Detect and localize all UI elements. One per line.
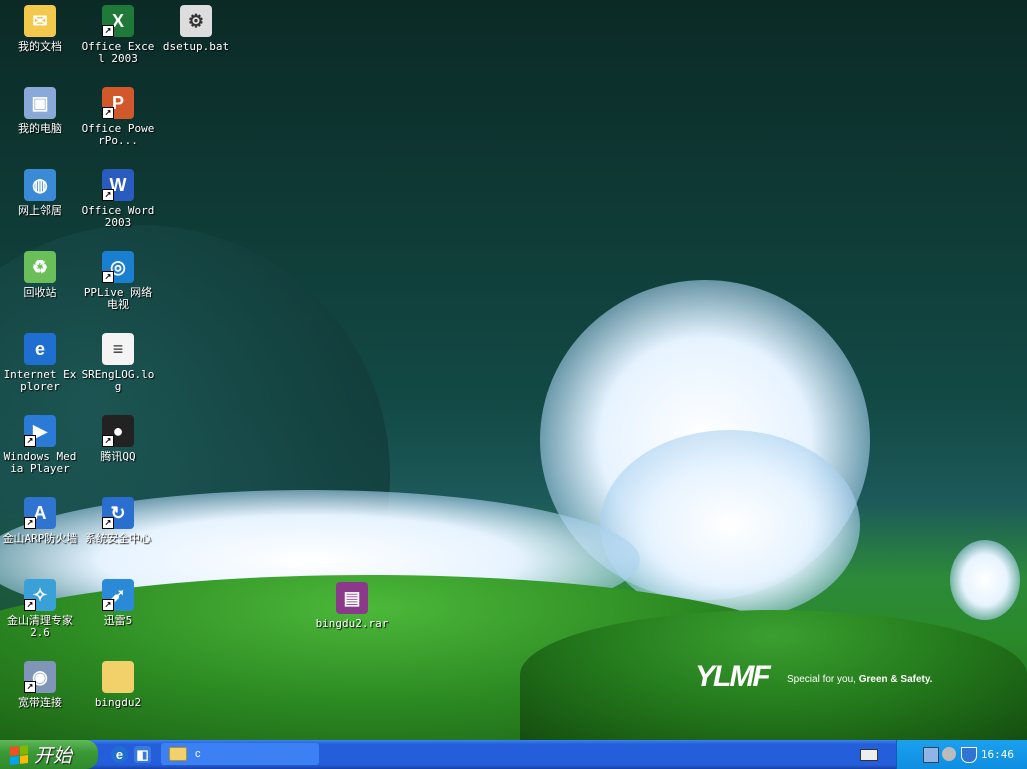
internet-explorer-icon: e (24, 333, 56, 365)
log-file-icon: ≡ (102, 333, 134, 365)
windows-logo-icon (10, 744, 28, 765)
desktop-icon[interactable]: ≡ SREngLOG.log (79, 333, 157, 393)
quicklaunch-internet-explorer-icon[interactable]: e (111, 746, 128, 763)
desktop-icon-label: 网上邻居 (18, 204, 62, 217)
logo-slogan-bold: Green & Safety. (858, 674, 933, 685)
wallpaper-cloud (950, 540, 1020, 620)
my-documents-icon: ✉ (24, 5, 56, 37)
desktop-icon[interactable]: ◎ ↗ PPLive 网络电视 (79, 251, 157, 311)
volume-tray-icon[interactable] (942, 747, 956, 761)
desktop-icon-label: 金山清理专家 2.6 (7, 614, 73, 639)
word-icon: W ↗ (102, 169, 134, 201)
shortcut-arrow-icon: ↗ (24, 517, 36, 529)
excel-icon: X ↗ (102, 5, 134, 37)
desktop-icon[interactable]: X ↗ Office Excel 2003 (79, 5, 157, 65)
shortcut-arrow-icon: ↗ (102, 435, 114, 447)
shortcut-arrow-icon: ↗ (24, 599, 36, 611)
thunder-icon: ➶ ↗ (102, 579, 134, 611)
desktop-icon-label: PPLive 网络电视 (83, 286, 153, 311)
desktop-icon-label: dsetup.bat (162, 40, 230, 53)
wallpaper-hill (520, 610, 1027, 740)
desktop-icon[interactable]: ♻ 回收站 (1, 251, 79, 299)
powerpoint-icon: P ↗ (102, 87, 134, 119)
network-places-icon: ◍ (24, 169, 56, 201)
my-computer-icon: ▣ (24, 87, 56, 119)
desktop-icon-label: SREngLOG.log (81, 368, 155, 393)
desktop-icon[interactable]: A ↗ 金山ARP防火墙 (1, 497, 79, 545)
media-player-icon: ▶ ↗ (24, 415, 56, 447)
cleaner-icon: ✧ ↗ (24, 579, 56, 611)
recycle-bin-icon: ♻ (24, 251, 56, 283)
task-label: c (195, 748, 201, 760)
pplive-icon: ◎ ↗ (102, 251, 134, 283)
start-label: 开始 (34, 745, 73, 767)
shortcut-arrow-icon: ↗ (102, 599, 114, 611)
logo-slogan: Special for you, Green & Safety. (787, 674, 932, 685)
shortcut-arrow-icon: ↗ (102, 25, 114, 37)
quicklaunch-show-desktop-icon[interactable]: ◧ (134, 746, 151, 763)
ylmf-logo: YLMF Special for you, Green & Safety. (695, 660, 932, 694)
desktop-icon[interactable]: ◉ ↗ 宽带连接 (1, 661, 79, 709)
logo-mark: YLMF (695, 660, 771, 693)
desktop-icon-label: Windows Media Player (3, 450, 77, 475)
desktop-icon-label: 金山ARP防火墙 (2, 532, 78, 545)
desktop-icon-label: Internet Explorer (3, 368, 77, 393)
desktop-icon[interactable]: ⚙ dsetup.bat (157, 5, 235, 53)
folder-icon (102, 661, 134, 693)
batch-file-icon: ⚙ (180, 5, 212, 37)
shortcut-arrow-icon: ↗ (102, 189, 114, 201)
arp-firewall-icon: A ↗ (24, 497, 56, 529)
qq-icon: ● ↗ (102, 415, 134, 447)
broadband-icon: ◉ ↗ (24, 661, 56, 693)
desktop-icon-label: Office Excel 2003 (81, 40, 155, 65)
shortcut-arrow-icon: ↗ (102, 107, 114, 119)
desktop-icon[interactable]: ▤ bingdu2.rar (313, 582, 391, 630)
desktop-icon-label: 我的电脑 (18, 122, 62, 135)
shortcut-arrow-icon: ↗ (102, 271, 114, 283)
desktop-icon[interactable]: W ↗ Office Word 2003 (79, 169, 157, 229)
network-tray-icon[interactable] (923, 747, 939, 763)
start-button[interactable]: 开始 (0, 740, 98, 769)
clock[interactable]: 16:46 (981, 748, 1014, 761)
desktop-icon[interactable]: e Internet Explorer (1, 333, 79, 393)
desktop-icon-label: 腾讯QQ (100, 450, 136, 463)
desktop-icon[interactable]: ✧ ↗ 金山清理专家 2.6 (1, 579, 79, 639)
arp-firewall-tray-icon[interactable] (961, 747, 977, 763)
desktop-icon-label: Office PowerPo... (81, 122, 155, 147)
language-bar-keyboard-icon[interactable] (860, 749, 878, 761)
winrar-archive-icon: ▤ (336, 582, 368, 614)
desktop-icon[interactable]: ◍ 网上邻居 (1, 169, 79, 217)
desktop-icon[interactable]: ✉ 我的文档 (1, 5, 79, 53)
taskbar-button-c[interactable]: c (161, 743, 319, 765)
desktop-icon-label: 回收站 (23, 286, 57, 299)
desktop[interactable]: YLMF Special for you, Green & Safety. ✉ 我… (0, 0, 1027, 740)
desktop-icon-label: 我的文档 (18, 40, 62, 53)
system-tray: 16:46 (896, 740, 1027, 769)
desktop-icon[interactable]: P ↗ Office PowerPo... (79, 87, 157, 147)
desktop-icon-label: bingdu2.rar (315, 617, 389, 630)
desktop-icon[interactable]: ▣ 我的电脑 (1, 87, 79, 135)
desktop-icon-label: Office Word 2003 (81, 204, 155, 229)
desktop-icon-label: 迅雷5 (103, 614, 133, 627)
security-center-icon: ↻ ↗ (102, 497, 134, 529)
desktop-icon[interactable]: ➶ ↗ 迅雷5 (79, 579, 157, 627)
desktop-icon[interactable]: ↻ ↗ 系统安全中心 (79, 497, 157, 545)
desktop-icon[interactable]: ▶ ↗ Windows Media Player (1, 415, 79, 475)
desktop-icon[interactable]: bingdu2 (79, 661, 157, 709)
taskbar: 开始 e ◧ c 16:46 (0, 740, 1027, 769)
desktop-icon-label: 系统安全中心 (85, 532, 151, 545)
desktop-icon-label: bingdu2 (94, 696, 142, 709)
folder-icon (169, 747, 187, 761)
desktop-icon-label: 宽带连接 (18, 696, 62, 709)
desktop-icon[interactable]: ● ↗ 腾讯QQ (79, 415, 157, 463)
shortcut-arrow-icon: ↗ (24, 435, 36, 447)
shortcut-arrow-icon: ↗ (102, 517, 114, 529)
logo-slogan-prefix: Special for you, (787, 674, 859, 685)
shortcut-arrow-icon: ↗ (24, 681, 36, 693)
